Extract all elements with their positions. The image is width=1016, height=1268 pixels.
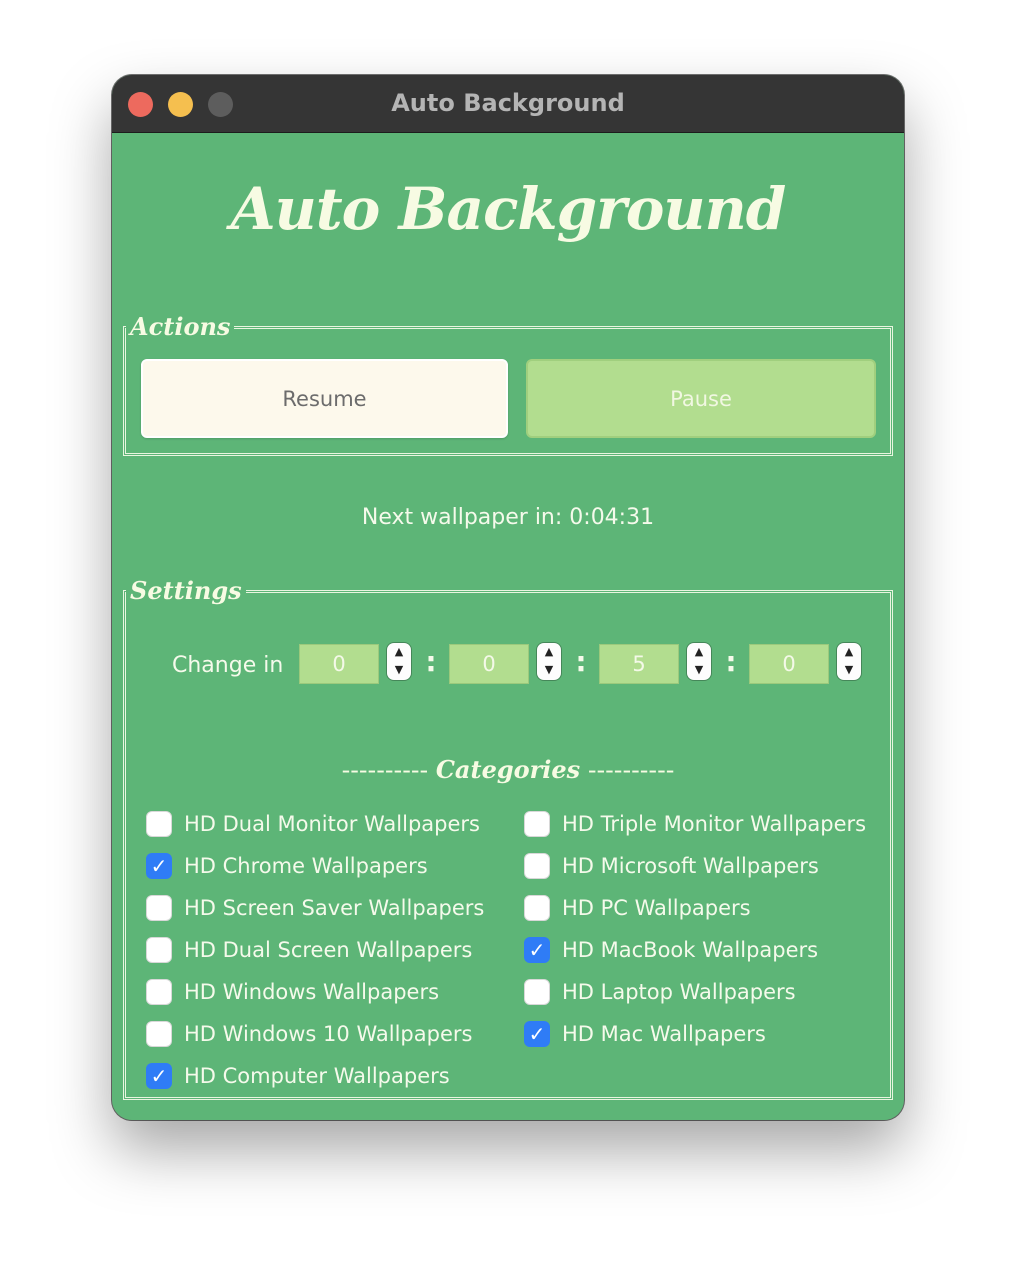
checkbox-checked[interactable]: ✓ [524,937,550,963]
category-label: HD Dual Screen Wallpapers [184,938,473,962]
checkbox-unchecked[interactable] [146,1021,172,1047]
category-checkbox-row[interactable]: HD Dual Screen Wallpapers [146,935,472,965]
category-label: HD Windows Wallpapers [184,980,440,1004]
checkbox-unchecked[interactable] [524,853,550,879]
chevron-up-icon[interactable]: ▲ [837,644,861,660]
category-label: HD Microsoft Wallpapers [562,854,819,878]
categories-dashes-left: ---------- [341,756,429,784]
actions-legend: Actions [130,312,231,341]
checkmark-icon: ✓ [150,1064,168,1088]
chevron-down-icon[interactable]: ▼ [687,662,711,678]
chevron-down-icon[interactable]: ▼ [537,662,561,678]
chevron-up-icon[interactable]: ▲ [687,644,711,660]
category-checkbox-row[interactable]: HD Windows Wallpapers [146,977,439,1007]
categories-title: Categories [435,755,581,784]
category-label: HD Windows 10 Wallpapers [184,1022,473,1046]
category-checkbox-row[interactable]: ✓ HD Mac Wallpapers [524,1019,766,1049]
category-label: HD Computer Wallpapers [184,1064,450,1088]
settings-legend: Settings [130,576,242,605]
interval-stepper-2[interactable]: ▲ ▼ [537,643,561,680]
checkbox-unchecked[interactable] [146,895,172,921]
pause-button[interactable]: Pause [526,359,876,438]
interval-stepper-4[interactable]: ▲ ▼ [837,643,861,680]
checkbox-unchecked[interactable] [146,979,172,1005]
interval-stepper-1[interactable]: ▲ ▼ [387,643,411,680]
category-checkbox-row[interactable]: HD Microsoft Wallpapers [524,851,819,881]
categories-heading: ---------- Categories ---------- [112,755,904,784]
chevron-up-icon[interactable]: ▲ [537,644,561,660]
window-title: Auto Background [391,89,625,117]
checkmark-icon: ✓ [528,1022,546,1046]
interval-field-3[interactable]: 5 [599,644,679,684]
checkbox-checked[interactable]: ✓ [524,1021,550,1047]
chevron-up-icon[interactable]: ▲ [387,644,411,660]
change-in-label: Change in [172,653,284,678]
checkbox-unchecked[interactable] [146,811,172,837]
checkbox-checked[interactable]: ✓ [146,1063,172,1089]
category-label: HD Laptop Wallpapers [562,980,796,1004]
checkbox-checked[interactable]: ✓ [146,853,172,879]
chevron-down-icon[interactable]: ▼ [837,662,861,678]
interval-field-2[interactable]: 0 [449,644,529,684]
category-label: HD PC Wallpapers [562,896,751,920]
checkbox-unchecked[interactable] [524,979,550,1005]
category-checkbox-row[interactable]: ✓ HD Chrome Wallpapers [146,851,428,881]
checkmark-icon: ✓ [528,938,546,962]
category-checkbox-row[interactable]: HD PC Wallpapers [524,893,751,923]
title-bar: Auto Background [112,75,904,133]
time-separator: : [425,645,437,678]
categories-dashes-right: ---------- [587,756,675,784]
checkbox-unchecked[interactable] [524,895,550,921]
next-wallpaper-countdown: Next wallpaper in: 0:04:31 [361,505,655,530]
app-heading: Auto Background [230,175,787,243]
interval-stepper-3[interactable]: ▲ ▼ [687,643,711,680]
time-separator: : [575,645,587,678]
checkbox-unchecked[interactable] [146,937,172,963]
category-checkbox-row[interactable]: ✓ HD MacBook Wallpapers [524,935,818,965]
time-separator: : [725,645,737,678]
chevron-down-icon[interactable]: ▼ [387,662,411,678]
category-checkbox-row[interactable]: HD Laptop Wallpapers [524,977,796,1007]
checkbox-unchecked[interactable] [524,811,550,837]
interval-field-4[interactable]: 0 [749,644,829,684]
resume-button[interactable]: Resume [141,359,508,438]
app-window: Auto Background Auto Background Actions … [112,75,904,1120]
category-checkbox-row[interactable]: ✓ HD Computer Wallpapers [146,1061,450,1091]
category-checkbox-row[interactable]: HD Triple Monitor Wallpapers [524,809,866,839]
category-label: HD MacBook Wallpapers [562,938,819,962]
interval-field-1[interactable]: 0 [299,644,379,684]
category-checkbox-row[interactable]: HD Screen Saver Wallpapers [146,893,484,923]
category-label: HD Dual Monitor Wallpapers [184,812,480,836]
category-label: HD Triple Monitor Wallpapers [562,812,867,836]
category-checkbox-row[interactable]: HD Windows 10 Wallpapers [146,1019,472,1049]
category-label: HD Chrome Wallpapers [184,854,428,878]
category-label: HD Screen Saver Wallpapers [184,896,485,920]
category-label: HD Mac Wallpapers [562,1022,766,1046]
checkmark-icon: ✓ [150,854,168,878]
category-checkbox-row[interactable]: HD Dual Monitor Wallpapers [146,809,480,839]
